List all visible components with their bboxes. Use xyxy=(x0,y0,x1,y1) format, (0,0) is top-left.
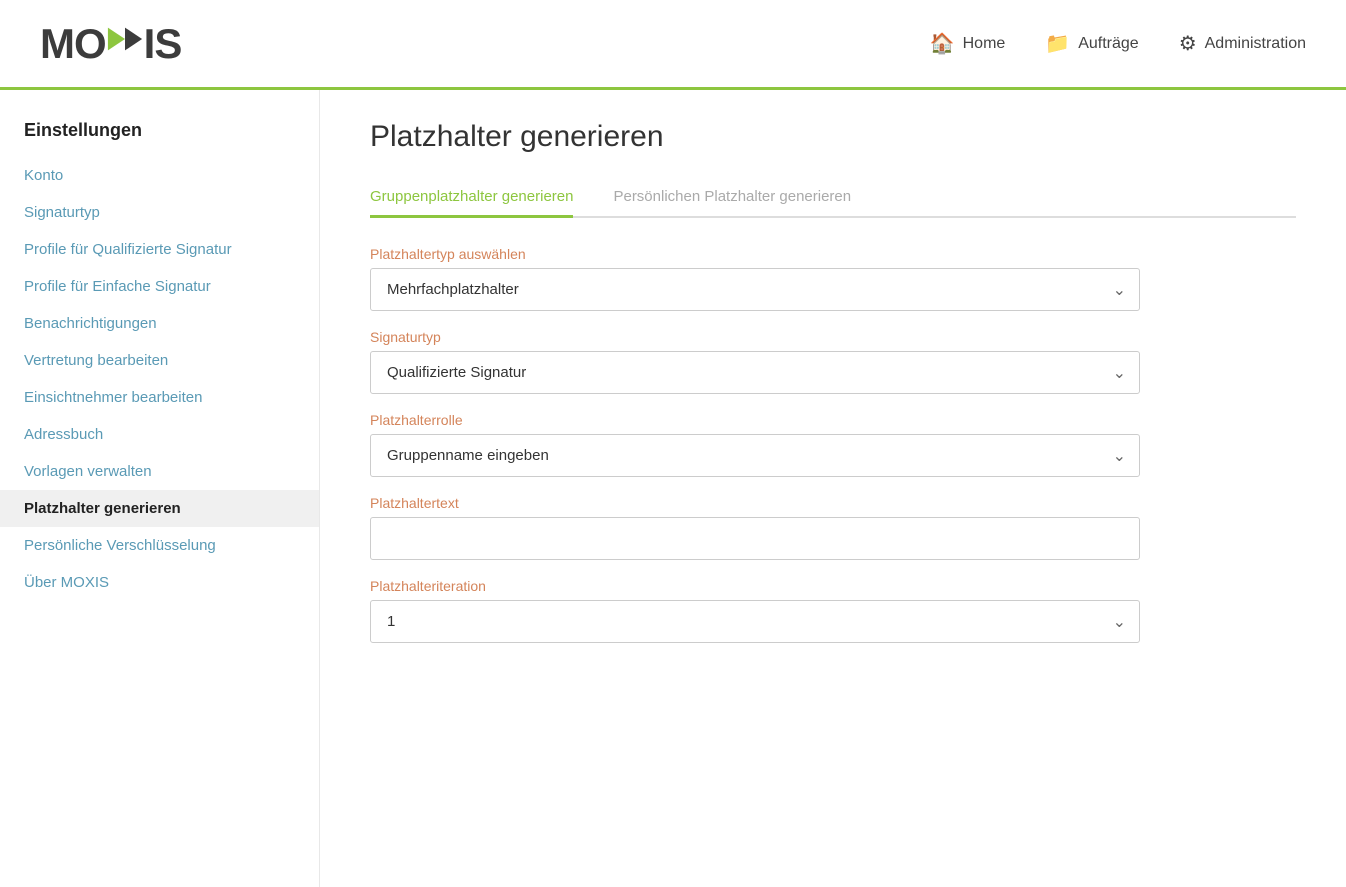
sidebar-item-einsichtnehmer[interactable]: Einsichtnehmer bearbeiten xyxy=(0,379,319,416)
field-section-platzhaltertext: Platzhaltertext xyxy=(370,495,1296,560)
main-nav: 🏠 Home 📁 Aufträge ⚙ Administration xyxy=(930,31,1306,56)
sidebar-item-platzhalter[interactable]: Platzhalter generieren xyxy=(0,490,319,527)
field-section-platzhalterrolle: Platzhalterrolle Gruppenname eingeben⌄ xyxy=(370,412,1296,477)
field-label-platzhalterrolle: Platzhalterrolle xyxy=(370,412,1296,428)
sidebar: Einstellungen KontoSignaturtypProfile fü… xyxy=(0,90,320,887)
sidebar-item-ueber[interactable]: Über MOXIS xyxy=(0,564,319,601)
sidebar-item-profile-qualifizierte[interactable]: Profile für Qualifizierte Signatur xyxy=(0,231,319,268)
nav-home-label: Home xyxy=(963,35,1006,53)
select-platzhalterrolle[interactable]: Gruppenname eingeben xyxy=(370,434,1140,477)
field-section-platzhalteriteration: Platzhalteriteration 12345⌄ xyxy=(370,578,1296,643)
sidebar-nav: KontoSignaturtypProfile für Qualifiziert… xyxy=(0,157,319,601)
layout: Einstellungen KontoSignaturtypProfile fü… xyxy=(0,90,1346,887)
sidebar-heading: Einstellungen xyxy=(0,120,319,157)
page-title: Platzhalter generieren xyxy=(370,120,1296,154)
folder-icon: 📁 xyxy=(1045,31,1070,56)
select-platzhaltertyp[interactable]: MehrfachplatzhalterEinzelplatzhalter xyxy=(370,268,1140,311)
nav-administration-label: Administration xyxy=(1205,35,1306,53)
logo-text-left: MO xyxy=(40,20,106,68)
select-wrapper-platzhalteriteration: 12345⌄ xyxy=(370,600,1140,643)
logo: MO IS xyxy=(40,20,181,68)
gear-icon: ⚙ xyxy=(1179,31,1197,56)
tab-group[interactable]: Gruppenplatzhalter generieren xyxy=(370,178,573,218)
sidebar-item-konto[interactable]: Konto xyxy=(0,157,319,194)
select-wrapper-signaturtyp: Qualifizierte SignaturEinfache Signatur⌄ xyxy=(370,351,1140,394)
select-wrapper-platzhalterrolle: Gruppenname eingeben⌄ xyxy=(370,434,1140,477)
select-signaturtyp[interactable]: Qualifizierte SignaturEinfache Signatur xyxy=(370,351,1140,394)
field-label-signaturtyp: Signaturtyp xyxy=(370,329,1296,345)
nav-auftraege[interactable]: 📁 Aufträge xyxy=(1045,31,1138,56)
tab-personal[interactable]: Persönlichen Platzhalter generieren xyxy=(613,178,851,218)
nav-home[interactable]: 🏠 Home xyxy=(930,31,1006,56)
sidebar-item-adressbuch[interactable]: Adressbuch xyxy=(0,416,319,453)
tabs: Gruppenplatzhalter generieren Persönliche… xyxy=(370,178,1296,218)
header: MO IS 🏠 Home 📁 Aufträge ⚙ Administration xyxy=(0,0,1346,90)
sidebar-item-vertretung[interactable]: Vertretung bearbeiten xyxy=(0,342,319,379)
field-label-platzhaltertext: Platzhaltertext xyxy=(370,495,1296,511)
sidebar-item-signaturtyp[interactable]: Signaturtyp xyxy=(0,194,319,231)
field-label-platzhalteriteration: Platzhalteriteration xyxy=(370,578,1296,594)
field-label-platzhaltertyp: Platzhaltertyp auswählen xyxy=(370,246,1296,262)
select-wrapper-platzhaltertyp: MehrfachplatzhalterEinzelplatzhalter⌄ xyxy=(370,268,1140,311)
nav-auftraege-label: Aufträge xyxy=(1078,35,1138,53)
logo-text-right: IS xyxy=(144,20,182,68)
sidebar-item-profile-einfache[interactable]: Profile für Einfache Signatur xyxy=(0,268,319,305)
field-section-signaturtyp: Signaturtyp Qualifizierte SignaturEinfach… xyxy=(370,329,1296,394)
home-icon: 🏠 xyxy=(930,31,955,56)
main-content: Platzhalter generieren Gruppenplatzhalte… xyxy=(320,90,1346,887)
form-fields: Platzhaltertyp auswählen Mehrfachplatzhal… xyxy=(370,246,1296,643)
logo-arrow-icon xyxy=(106,20,144,68)
select-platzhalteriteration[interactable]: 12345 xyxy=(370,600,1140,643)
sidebar-item-vorlagen[interactable]: Vorlagen verwalten xyxy=(0,453,319,490)
sidebar-item-verschluesselung[interactable]: Persönliche Verschlüsselung xyxy=(0,527,319,564)
nav-administration[interactable]: ⚙ Administration xyxy=(1179,31,1306,56)
input-platzhaltertext[interactable] xyxy=(370,517,1140,560)
field-section-platzhaltertyp: Platzhaltertyp auswählen Mehrfachplatzhal… xyxy=(370,246,1296,311)
sidebar-item-benachrichtigungen[interactable]: Benachrichtigungen xyxy=(0,305,319,342)
